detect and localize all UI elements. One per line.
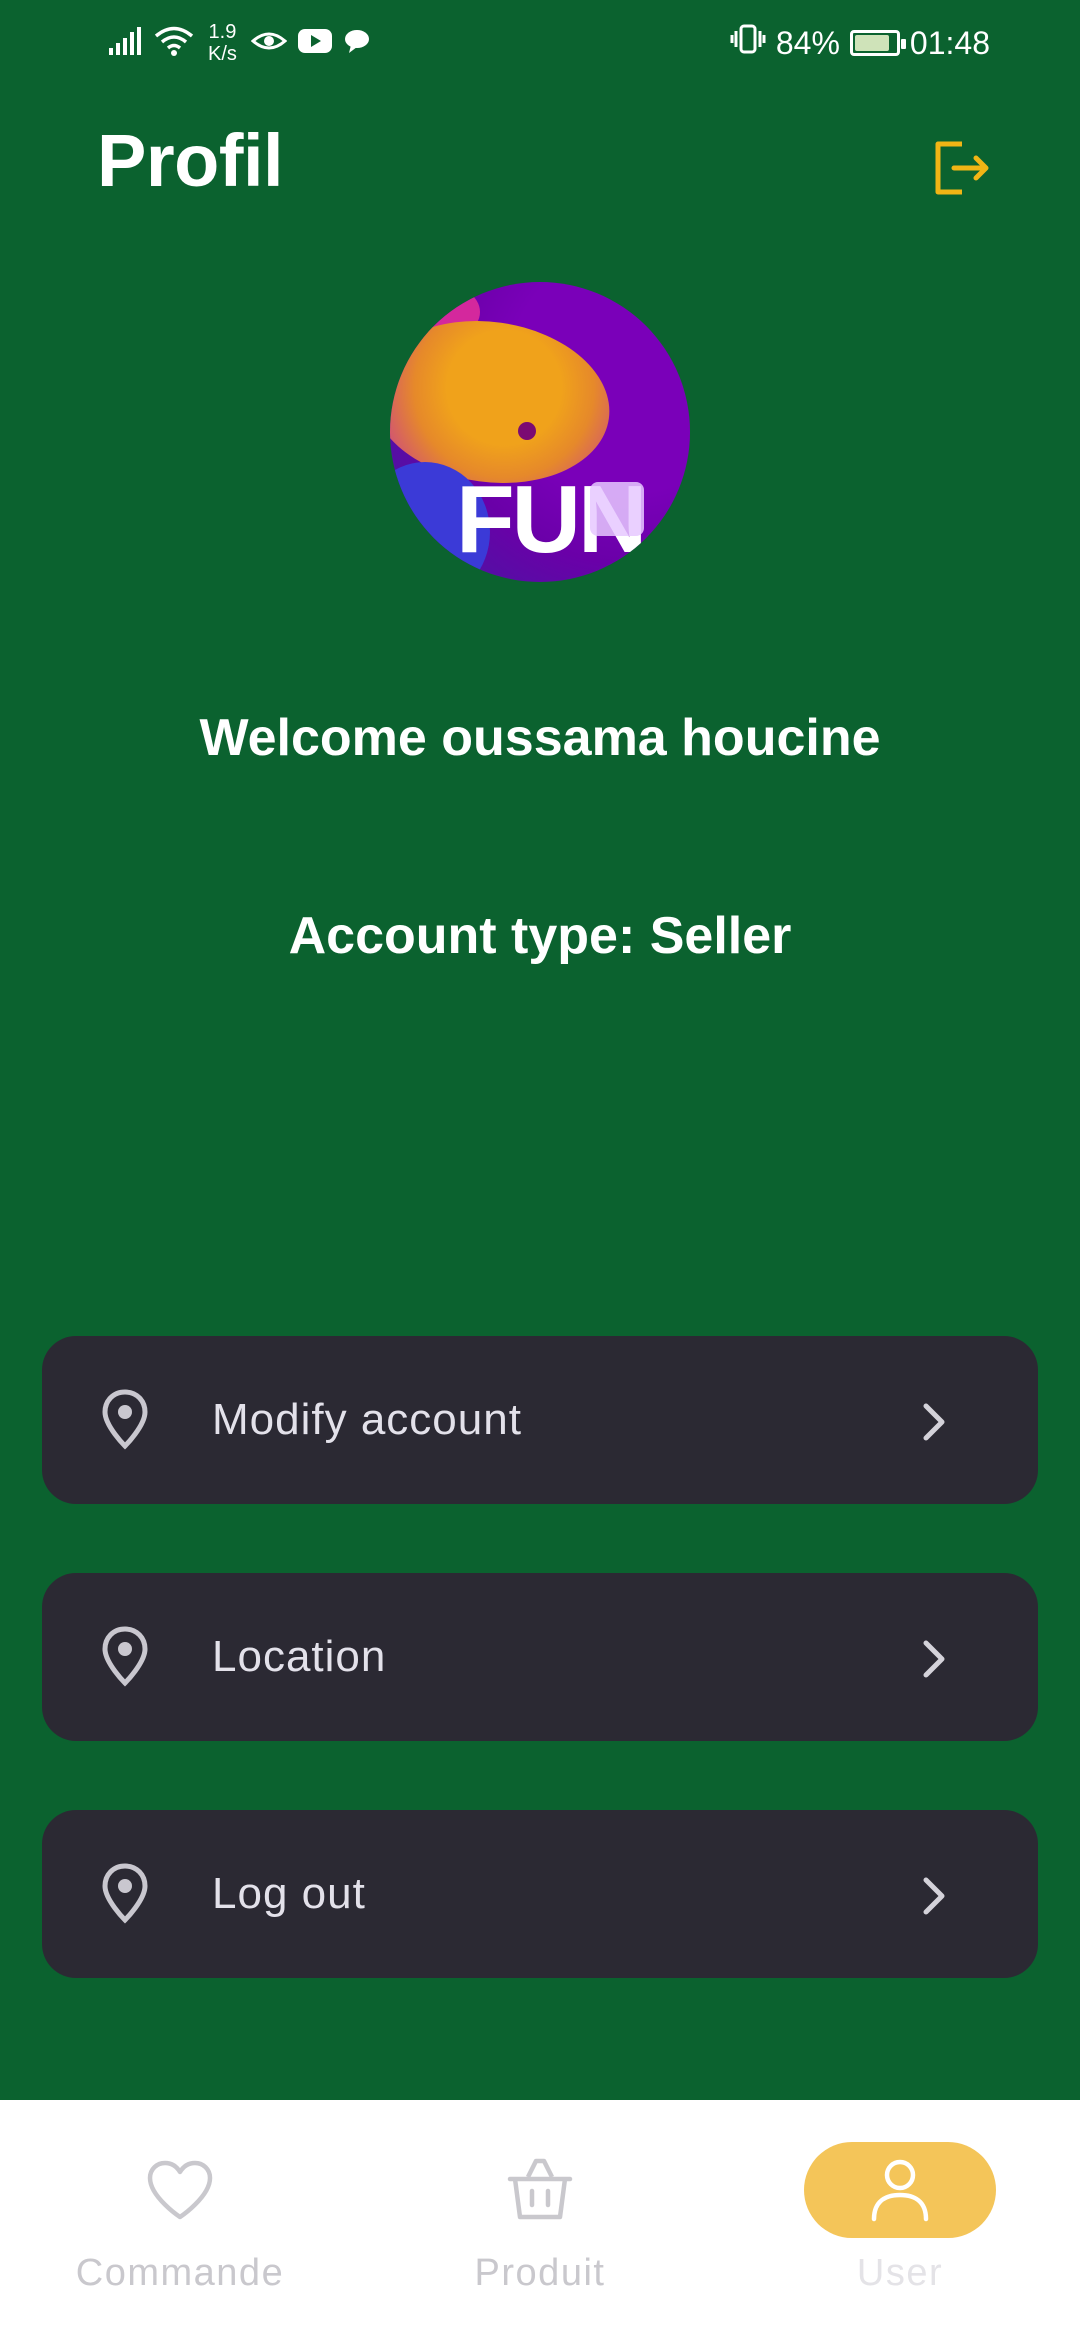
bottom-navigation: Commande Produit User <box>0 2100 1080 2340</box>
nav-icon-container-active <box>804 2142 996 2238</box>
nav-icon-container <box>444 2142 636 2238</box>
welcome-text: Welcome oussama houcine <box>199 709 881 767</box>
location-pin-icon <box>100 1625 150 1689</box>
account-type-text: Account type: Seller <box>288 907 792 965</box>
chevron-right-icon <box>920 1876 948 1916</box>
network-speed-unit: K/s <box>208 43 237 65</box>
heart-icon <box>147 2160 213 2220</box>
network-speed: 1.9 K/s <box>208 21 237 65</box>
nav-icon-container <box>84 2142 276 2238</box>
status-bar: 1.9 K/s 84% 01:48 <box>0 0 1080 84</box>
youtube-icon <box>297 28 333 59</box>
menu-item-label: Modify account <box>212 1395 522 1444</box>
avatar-badge <box>590 482 644 536</box>
eye-icon <box>250 29 288 58</box>
avatar: FUN <box>390 282 690 582</box>
chat-bubble-icon <box>343 28 371 59</box>
status-bar-right: 84% 01:48 <box>730 18 990 68</box>
location-pin-icon <box>100 1862 150 1926</box>
page-title: Profil <box>97 119 284 202</box>
location-button[interactable]: Location <box>42 1573 1038 1741</box>
nav-item-commande[interactable]: Commande <box>0 2100 360 2340</box>
nav-label-produit: Produit <box>474 2252 606 2294</box>
battery-percent: 84% <box>775 24 840 61</box>
nav-label-commande: Commande <box>75 2252 285 2294</box>
menu-item-label: Log out <box>212 1869 366 1918</box>
wifi-icon <box>154 25 194 62</box>
logout-icon[interactable] <box>932 138 992 198</box>
battery-icon <box>849 30 906 56</box>
nav-item-produit[interactable]: Produit <box>360 2100 720 2340</box>
log-out-button[interactable]: Log out <box>42 1810 1038 1978</box>
modify-account-button[interactable]: Modify account <box>42 1336 1038 1504</box>
vibrate-icon <box>730 23 766 63</box>
chevron-right-icon <box>920 1639 948 1679</box>
network-speed-value: 1.9 <box>208 21 237 43</box>
location-pin-icon <box>100 1388 150 1452</box>
clock: 01:48 <box>909 24 990 61</box>
nav-label-user: User <box>856 2252 944 2294</box>
menu-item-label: Location <box>212 1632 387 1681</box>
nav-item-user[interactable]: User <box>720 2100 1080 2340</box>
signal-icon <box>108 26 144 61</box>
user-icon <box>871 2159 929 2222</box>
status-bar-left: 1.9 K/s <box>108 18 371 68</box>
basket-icon <box>507 2158 573 2220</box>
chevron-right-icon <box>920 1402 948 1442</box>
battery-fill <box>854 35 889 51</box>
